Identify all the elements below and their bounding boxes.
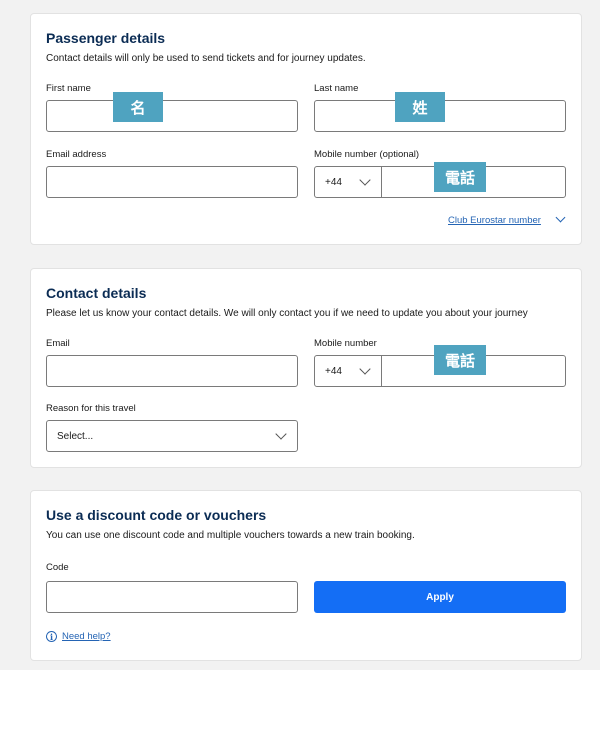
phone-tag: 電話 — [434, 345, 486, 375]
code-label: Code — [46, 562, 69, 573]
last-name-label: Last name — [314, 83, 359, 94]
contact-details-card: Contact details Please let us know your … — [30, 268, 582, 468]
passenger-details-card: Passenger details Contact details will o… — [30, 13, 582, 245]
last-name-tag: 姓 — [395, 92, 445, 122]
email-address-label: Email address — [46, 149, 107, 160]
chevron-down-icon — [275, 428, 287, 440]
first-name-label: First name — [46, 83, 91, 94]
info-icon: i — [46, 631, 57, 642]
email-label: Email — [46, 338, 70, 349]
mobile-number-label: Mobile number — [314, 338, 377, 349]
country-code-select[interactable]: +44 — [315, 167, 382, 197]
email-address-input[interactable] — [46, 166, 298, 198]
mobile-number-optional-label: Mobile number (optional) — [314, 149, 420, 160]
reason-for-travel-value: Select... — [57, 430, 94, 442]
chevron-down-icon — [359, 174, 371, 186]
contact-details-title: Contact details — [46, 285, 147, 301]
chevron-down-icon — [359, 363, 371, 375]
reason-for-travel-select[interactable]: Select... — [46, 420, 298, 452]
code-input[interactable] — [46, 581, 298, 613]
passenger-details-title: Passenger details — [46, 30, 166, 46]
country-code-value: +44 — [325, 176, 342, 188]
reason-for-travel-label: Reason for this travel — [46, 403, 136, 414]
need-help-link[interactable]: Need help? — [62, 631, 111, 642]
discount-code-card: Use a discount code or vouchers You can … — [30, 490, 582, 661]
club-eurostar-link[interactable]: Club Eurostar number — [448, 215, 541, 226]
first-name-input[interactable] — [46, 100, 298, 132]
first-name-tag: 名 — [113, 92, 163, 122]
chevron-down-icon[interactable] — [555, 212, 566, 223]
passenger-details-description: Contact details will only be used to sen… — [46, 53, 366, 64]
email-input[interactable] — [46, 355, 298, 387]
discount-description: You can use one discount code and multip… — [46, 530, 415, 541]
country-code-value: +44 — [325, 365, 342, 377]
country-code-select[interactable]: +44 — [315, 356, 382, 386]
contact-details-description: Please let us know your contact details.… — [46, 308, 528, 319]
phone-tag: 電話 — [434, 162, 486, 192]
discount-title: Use a discount code or vouchers — [46, 507, 267, 523]
apply-button[interactable]: Apply — [314, 581, 566, 613]
